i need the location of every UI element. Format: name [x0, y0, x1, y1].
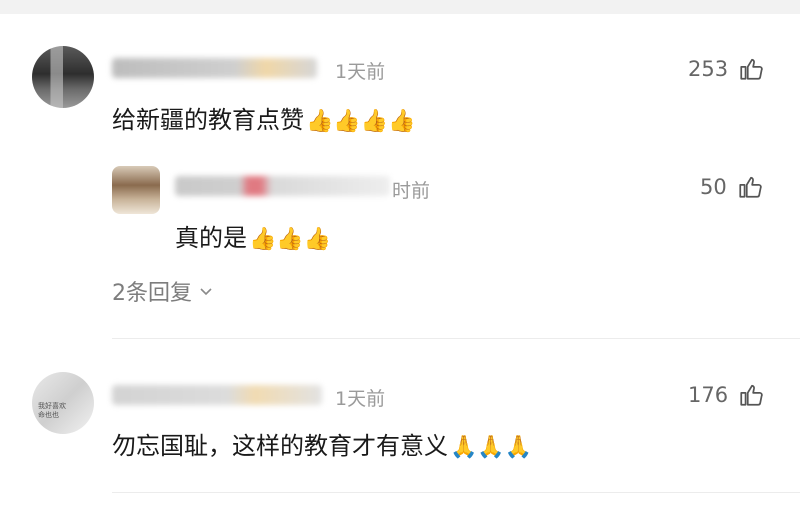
like-button[interactable]: 50	[700, 174, 763, 200]
divider	[112, 338, 800, 339]
comment-body: 勿忘国耻，这样的教育才有意义	[112, 432, 448, 460]
chevron-down-icon	[200, 288, 212, 296]
comment-text: 给新疆的教育点赞👍👍👍👍	[112, 100, 416, 135]
like-button[interactable]: 253	[688, 56, 764, 82]
username-blurred[interactable]	[112, 385, 322, 405]
comment-body: 给新疆的教育点赞	[112, 106, 304, 134]
thumbs-up-icon	[739, 176, 762, 198]
comment-text: 勿忘国耻，这样的教育才有意义🙏🙏🙏	[112, 426, 532, 461]
like-button[interactable]: 176	[688, 382, 764, 408]
divider	[112, 492, 800, 493]
comment-text: 真的是👍👍👍	[175, 218, 331, 253]
like-count: 176	[688, 383, 729, 407]
comment-time: 1天前	[335, 61, 386, 83]
avatar-caption: 我好喜欢 命也也	[38, 402, 66, 419]
folded-hands-emoji-icon: 🙏🙏🙏	[450, 435, 533, 460]
avatar[interactable]	[32, 46, 94, 108]
thumbs-up-emoji-icon: 👍👍👍👍	[306, 109, 416, 134]
comment-time: 1天前	[335, 388, 386, 410]
avatar[interactable]: 我好喜欢 命也也	[32, 372, 94, 434]
comment-body: 真的是	[175, 224, 247, 252]
top-bar	[0, 0, 800, 14]
username-blurred[interactable]	[112, 58, 317, 78]
replies-label: 2条回复	[112, 281, 192, 306]
view-replies-button[interactable]: 2条回复	[112, 275, 214, 307]
avatar[interactable]	[112, 166, 160, 214]
thumbs-up-icon	[740, 58, 763, 80]
comment-time: 时前	[392, 180, 431, 202]
like-count: 253	[688, 57, 729, 81]
thumbs-up-icon	[740, 384, 763, 406]
thumbs-up-emoji-icon: 👍👍👍	[249, 227, 332, 252]
like-count: 50	[700, 175, 727, 199]
username-blurred[interactable]	[175, 176, 390, 196]
